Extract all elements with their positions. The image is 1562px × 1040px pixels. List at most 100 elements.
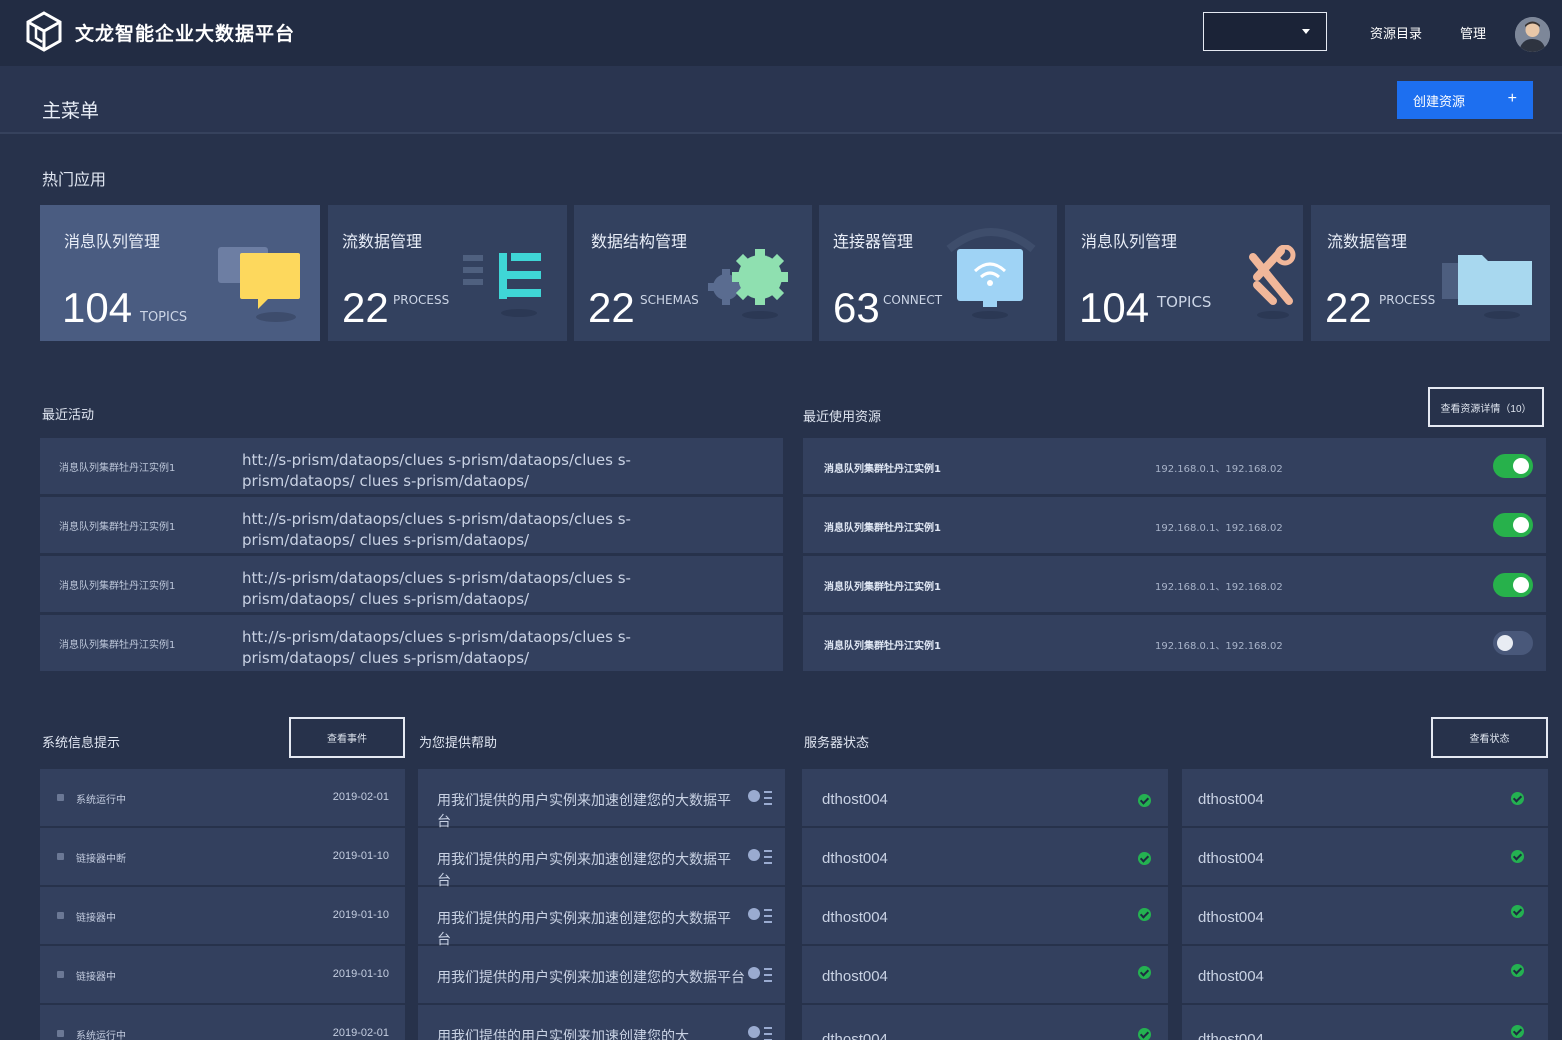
nav-manage[interactable]: 管理 [1460, 23, 1486, 42]
create-resource-label: 创建资源 [1413, 93, 1466, 109]
search-list-icon [748, 790, 772, 805]
activity-row[interactable]: 消息队列集群牡丹江实例1 htt://s-prism/dataops/clues… [40, 438, 783, 494]
server-row[interactable]: dthost004 [1182, 769, 1548, 826]
server-row[interactable]: dthost004 [1182, 1005, 1548, 1040]
resource-toggle[interactable] [1493, 573, 1533, 597]
app-card-count: 104 [62, 284, 133, 331]
system-info-row[interactable]: 系统运行中 2019-02-01 [40, 1005, 405, 1040]
help-text[interactable]: 用我们提供的用户实例来加速创建您的大数据平台 [437, 968, 767, 989]
system-info-row[interactable]: 链接器中断 2019-01-10 [40, 828, 405, 885]
app-card-unit: PROCESS [1379, 293, 1436, 307]
search-list-icon [748, 908, 772, 923]
status-dot-icon [57, 853, 64, 860]
search-list-icon [748, 967, 772, 982]
app-card-unit: PROCESS [393, 293, 450, 307]
server-row[interactable]: dthost004 [802, 769, 1168, 826]
server-row[interactable]: dthost004 [802, 1005, 1168, 1040]
app-card-count: 63 [833, 284, 880, 331]
server-row[interactable]: dthost004 [802, 887, 1168, 944]
system-info-row[interactable]: 系统运行中 2019-02-01 [40, 769, 405, 826]
help-row[interactable]: 用我们提供的用户实例来加速创建您的大数据平台 [418, 887, 785, 948]
status-dot-icon [57, 971, 64, 978]
list-layers-icon [463, 253, 541, 317]
view-events-button[interactable]: 查看事件 [289, 717, 405, 758]
system-info-date: 2019-02-01 [332, 791, 389, 803]
app-card-name: 消息队列管理 [64, 232, 161, 251]
server-name: dthost004 [822, 909, 888, 926]
resource-toggle[interactable] [1493, 513, 1533, 537]
plus-icon: + [1507, 90, 1517, 107]
view-status-button[interactable]: 查看状态 [1431, 717, 1548, 758]
resource-toggle[interactable] [1493, 631, 1533, 655]
create-resource-button[interactable]: 创建资源 + [1397, 81, 1533, 119]
activity-url[interactable]: htt://s-prism/dataops/clues s-prism/data… [242, 450, 742, 492]
region-select[interactable] [1203, 12, 1327, 51]
check-circle-icon [1138, 1028, 1151, 1040]
help-text[interactable]: 用我们提供的用户实例来加速创建您的大数据平台 [437, 909, 737, 951]
page-title: 主菜单 [42, 100, 100, 122]
user-avatar[interactable] [1515, 17, 1550, 52]
app-card-schema[interactable]: 数据结构管理 22 SCHEMAS [574, 205, 812, 341]
resource-ip: 192.168.0.1、192.168.02 [1155, 582, 1283, 593]
nav-resource-catalog[interactable]: 资源目录 [1370, 23, 1422, 42]
help-row[interactable]: 用我们提供的用户实例来加速创建您的大 [418, 1005, 785, 1040]
activity-row[interactable]: 消息队列集群牡丹江实例1 htt://s-prism/dataops/clues… [40, 497, 783, 553]
recent-activity-title: 最近活动 [42, 408, 95, 423]
activity-row[interactable]: 消息队列集群牡丹江实例1 htt://s-prism/dataops/clues… [40, 556, 783, 612]
help-text[interactable]: 用我们提供的用户实例来加速创建您的大数据平台 [437, 850, 737, 892]
help-row[interactable]: 用我们提供的用户实例来加速创建您的大数据平台 [418, 769, 785, 830]
activity-row[interactable]: 消息队列集群牡丹江实例1 htt://s-prism/dataops/clues… [40, 615, 783, 671]
server-row[interactable]: dthost004 [802, 946, 1168, 1003]
server-name: dthost004 [1198, 968, 1264, 985]
resource-ip: 192.168.0.1、192.168.02 [1155, 464, 1283, 475]
resource-row[interactable]: 消息队列集群牡丹江实例1 192.168.0.1、192.168.02 [803, 438, 1546, 494]
resource-row[interactable]: 消息队列集群牡丹江实例1 192.168.0.1、192.168.02 [803, 615, 1546, 671]
help-row[interactable]: 用我们提供的用户实例来加速创建您的大数据平台 [418, 828, 785, 889]
app-card-name: 连接器管理 [833, 232, 914, 251]
status-dot-icon [57, 794, 64, 801]
chat-bubble-icon [218, 247, 300, 322]
app-card-unit: SCHEMAS [640, 293, 699, 307]
app-card-name: 数据结构管理 [591, 232, 688, 251]
app-card-stream[interactable]: 流数据管理 22 PROCESS [328, 205, 567, 341]
system-info-row[interactable]: 链接器中 2019-01-10 [40, 887, 405, 944]
system-info-row[interactable]: 链接器中 2019-01-10 [40, 946, 405, 1003]
sub-header [0, 66, 1562, 134]
activity-name: 消息队列集群牡丹江实例1 [59, 581, 176, 592]
server-row[interactable]: dthost004 [1182, 887, 1548, 944]
help-text[interactable]: 用我们提供的用户实例来加速创建您的大数据平台 [437, 791, 737, 833]
help-row[interactable]: 用我们提供的用户实例来加速创建您的大数据平台 [418, 946, 785, 1003]
activity-name: 消息队列集群牡丹江实例1 [59, 463, 176, 474]
server-row[interactable]: dthost004 [1182, 828, 1548, 885]
system-info-text: 链接器中 [76, 972, 116, 983]
app-card-stream-2[interactable]: 流数据管理 22 PROCESS [1311, 205, 1550, 341]
app-card-unit: TOPICS [140, 310, 188, 325]
activity-url[interactable]: htt://s-prism/dataops/clues s-prism/data… [242, 509, 742, 551]
help-title: 为您提供帮助 [419, 736, 498, 751]
resource-row[interactable]: 消息队列集群牡丹江实例1 192.168.0.1、192.168.02 [803, 497, 1546, 553]
folder-icon [1442, 255, 1532, 319]
search-list-icon [748, 1026, 772, 1040]
app-card-mq[interactable]: 消息队列管理 104 TOPICS [40, 205, 320, 341]
resource-ip: 192.168.0.1、192.168.02 [1155, 641, 1283, 652]
server-name: dthost004 [1198, 1031, 1264, 1040]
activity-url[interactable]: htt://s-prism/dataops/clues s-prism/data… [242, 568, 742, 610]
check-circle-icon [1138, 852, 1151, 865]
activity-name: 消息队列集群牡丹江实例1 [59, 640, 176, 651]
view-resource-details-button[interactable]: 查看资源详情（10） [1428, 387, 1544, 427]
resource-toggle[interactable] [1493, 454, 1533, 478]
server-row[interactable]: dthost004 [802, 828, 1168, 885]
app-card-mq-2[interactable]: 消息队列管理 104 TOPICS [1065, 205, 1303, 341]
logo-cube-icon [26, 11, 62, 52]
status-dot-icon [57, 1030, 64, 1037]
check-circle-icon [1511, 964, 1524, 977]
resource-ip: 192.168.0.1、192.168.02 [1155, 523, 1283, 534]
check-circle-icon [1511, 1025, 1524, 1038]
help-text[interactable]: 用我们提供的用户实例来加速创建您的大 [437, 1027, 737, 1040]
hot-apps-title: 热门应用 [42, 170, 107, 189]
server-row[interactable]: dthost004 [1182, 946, 1548, 1003]
app-card-name: 流数据管理 [342, 232, 423, 251]
app-card-connector[interactable]: 连接器管理 63 CONNECT [819, 205, 1057, 341]
resource-row[interactable]: 消息队列集群牡丹江实例1 192.168.0.1、192.168.02 [803, 556, 1546, 612]
activity-url[interactable]: htt://s-prism/dataops/clues s-prism/data… [242, 627, 742, 669]
